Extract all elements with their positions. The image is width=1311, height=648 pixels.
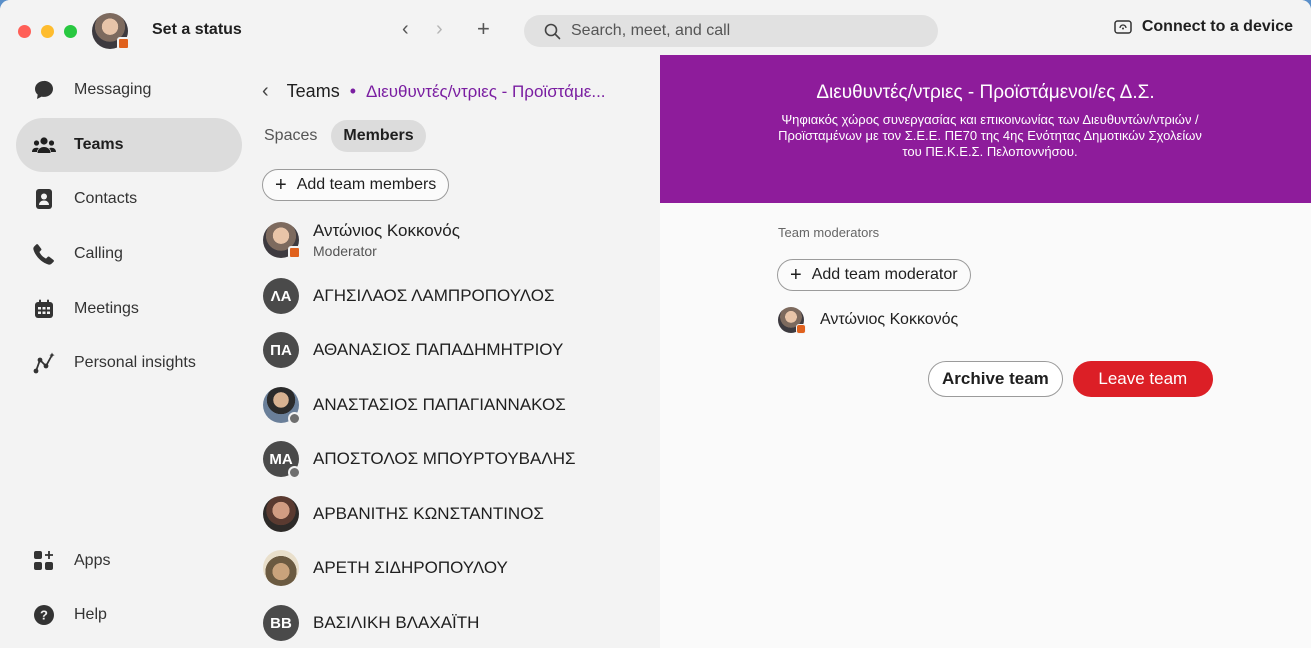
phone-icon <box>32 242 56 266</box>
nav-item-calling[interactable]: Calling <box>16 227 242 281</box>
avatar <box>263 222 301 259</box>
apps-grid-icon <box>32 549 56 573</box>
nav-item-apps[interactable]: Apps <box>16 534 242 588</box>
nav-item-label: Apps <box>74 552 111 569</box>
search-icon <box>544 23 561 39</box>
nav-item-label: Help <box>74 606 107 623</box>
member-name: ΒΑΣΙΛΙΚΗ ΒΛΑΧΑΪΤΗ <box>313 613 480 632</box>
add-team-moderator-button[interactable]: + Add team moderator <box>777 259 971 291</box>
moderators-heading: Team moderators <box>778 225 880 240</box>
member-name: ΑΘΑΝΑΣΙΟΣ ΠΑΠΑΔΗΜΗΤΡΙΟΥ <box>313 340 564 359</box>
nav-item-personal-insights[interactable]: Personal insights <box>16 336 242 390</box>
member-row[interactable]: ΜΑ ΑΠΟΣΤΟΛΟΣ ΜΠΟΥΡΤΟΥΒΑΛΗΣ <box>263 441 576 479</box>
nav-item-meetings[interactable]: Meetings <box>16 282 242 336</box>
nav-item-label: Teams <box>74 136 124 153</box>
people-icon <box>32 133 56 157</box>
nav-item-help[interactable]: ? Help <box>16 588 242 642</box>
member-row[interactable]: ΛΑ ΑΓΗΣΙΛΑΟΣ ΛΑΜΠΡΟΠΟΥΛΟΣ <box>263 278 555 314</box>
nav-item-label: Calling <box>74 245 123 262</box>
plus-icon: + <box>275 174 287 196</box>
member-row[interactable]: ΑΝΑΣΤΑΣΙΟΣ ΠΑΠΑΓΙΑΝΝΑΚΟΣ <box>263 387 566 425</box>
minimize-window-button[interactable] <box>41 25 54 38</box>
member-role: Moderator <box>313 243 377 259</box>
nav-item-label: Contacts <box>74 190 138 207</box>
add-team-moderator-label: Add team moderator <box>811 266 958 283</box>
avatar <box>263 550 299 586</box>
add-team-members-label: Add team members <box>296 176 437 193</box>
search-bar[interactable]: Search, meet, and call <box>524 15 938 47</box>
connect-device-button[interactable]: Connect to a device <box>1114 18 1293 36</box>
member-name: Αντώνιος Κοκκονός <box>313 221 460 240</box>
member-name: ΑΡΒΑΝΙΤΗΣ ΚΩΝΣΤΑΝΤΙΝΟΣ <box>313 504 544 523</box>
title-bar: Set a status ‹ › + Search, meet, and cal… <box>0 0 1311 62</box>
team-banner: Διευθυντές/ντριες - Προϊστάμενοι/ες Δ.Σ.… <box>660 55 1311 203</box>
tab-spaces[interactable]: Spaces <box>264 120 317 152</box>
moderator-row[interactable]: Αντώνιος Κοκκονός <box>778 307 959 334</box>
nav-item-label: Personal insights <box>74 354 196 371</box>
avatar <box>263 387 301 425</box>
chat-bubble-icon <box>32 78 56 102</box>
maximize-window-button[interactable] <box>64 25 77 38</box>
nav-item-label: Meetings <box>74 300 139 317</box>
member-row[interactable]: Αντώνιος Κοκκονός Moderator <box>263 221 460 259</box>
camera-badge-icon <box>288 246 301 259</box>
team-detail-panel: Διευθυντές/ντριες - Προϊστάμενοι/ες Δ.Σ.… <box>660 55 1311 648</box>
contact-book-icon <box>32 187 56 211</box>
moderator-name: Αντώνιος Κοκκονός <box>820 311 959 328</box>
leave-team-button[interactable]: Leave team <box>1072 361 1213 397</box>
add-team-members-button[interactable]: + Add team members <box>262 169 450 201</box>
members-pane: ‹ Teams • Διευθυντές/ντριες - Προϊστάμε.… <box>244 62 660 648</box>
archive-team-button[interactable]: Archive team <box>928 361 1063 397</box>
member-name: ΑΓΗΣΙΛΑΟΣ ΛΑΜΠΡΟΠΟΥΛΟΣ <box>313 286 555 305</box>
avatar: ΠΑ <box>263 332 299 368</box>
avatar-initials: ΜΑ <box>269 450 293 468</box>
forward-arrow-icon[interactable]: › <box>436 18 443 41</box>
user-avatar[interactable] <box>92 13 130 50</box>
camera-badge-icon <box>796 324 806 334</box>
team-title: Διευθυντές/ντριες - Προϊστάμενοι/ες Δ.Σ. <box>816 82 1155 103</box>
nav-item-contacts[interactable]: Contacts <box>16 172 242 226</box>
svg-text:?: ? <box>40 608 48 623</box>
member-row[interactable]: ΑΡΕΤΗ ΣΙΔΗΡΟΠΟΥΛΟΥ <box>263 550 508 586</box>
member-row[interactable]: ΠΑ ΑΘΑΝΑΣΙΟΣ ΠΑΠΑΔΗΜΗΤΡΙΟΥ <box>263 332 563 368</box>
nav-item-messaging[interactable]: Messaging <box>16 63 242 117</box>
clock-status-icon <box>288 412 301 425</box>
search-placeholder: Search, meet, and call <box>571 22 731 39</box>
nav-item-teams[interactable]: Teams <box>16 118 242 172</box>
team-tabs: Spaces Members <box>264 120 426 152</box>
member-row[interactable]: ΒΒ ΒΑΣΙΛΙΚΗ ΒΛΑΧΑΪΤΗ <box>263 605 479 641</box>
breadcrumb-separator: • <box>349 81 356 101</box>
avatar: ΜΑ <box>263 441 301 479</box>
set-status-button[interactable]: Set a status <box>152 21 242 39</box>
breadcrumb: ‹ Teams • Διευθυντές/ντριες - Προϊστάμε.… <box>262 80 606 103</box>
clock-status-icon <box>288 466 301 479</box>
breadcrumb-team-name: Διευθυντές/ντριες - Προϊστάμε... <box>366 81 606 101</box>
back-arrow-icon[interactable]: ‹ <box>402 18 409 41</box>
back-chevron-icon[interactable]: ‹ <box>262 80 269 103</box>
screen-cast-icon <box>1114 20 1132 34</box>
avatar <box>263 496 299 532</box>
new-plus-icon[interactable]: + <box>477 16 490 42</box>
breadcrumb-teams[interactable]: Teams <box>287 81 340 102</box>
member-name: ΑΝΑΣΤΑΣΙΟΣ ΠΑΠΑΓΙΑΝΝΑΚΟΣ <box>313 395 566 414</box>
close-window-button[interactable] <box>18 25 31 38</box>
avatar: ΛΑ <box>263 278 299 314</box>
left-navigation: Messaging Teams Contacts Calling Meeting… <box>0 62 258 648</box>
camera-badge-icon <box>117 37 130 50</box>
member-name: ΑΡΕΤΗ ΣΙΔΗΡΟΠΟΥΛΟΥ <box>313 558 508 577</box>
team-actions: Archive team Leave team <box>928 361 1213 397</box>
tab-members[interactable]: Members <box>331 120 426 152</box>
calendar-icon <box>32 297 56 321</box>
avatar <box>778 307 806 334</box>
team-description: Ψηφιακός χώρος συνεργασίας και επικοινων… <box>778 112 1202 159</box>
connect-device-label: Connect to a device <box>1141 18 1293 35</box>
plus-icon: + <box>790 264 802 286</box>
member-row[interactable]: ΑΡΒΑΝΙΤΗΣ ΚΩΝΣΤΑΝΤΙΝΟΣ <box>263 496 544 532</box>
nav-item-label: Messaging <box>74 81 152 98</box>
avatar: ΒΒ <box>263 605 299 641</box>
app-window: Set a status ‹ › + Search, meet, and cal… <box>0 0 1311 648</box>
insights-icon <box>32 351 56 375</box>
member-name: ΑΠΟΣΤΟΛΟΣ ΜΠΟΥΡΤΟΥΒΑΛΗΣ <box>313 449 576 468</box>
help-icon: ? <box>32 603 56 627</box>
